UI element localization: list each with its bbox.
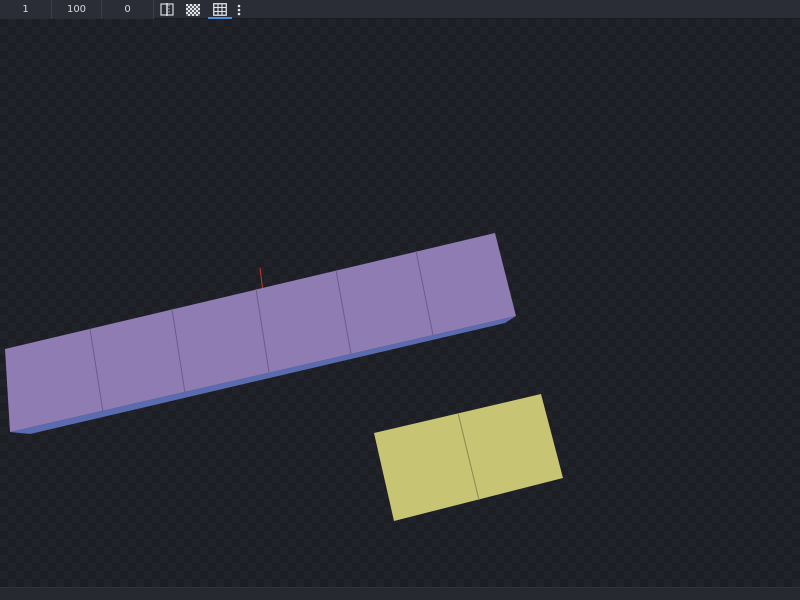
purple-block-row[interactable]: [5, 233, 516, 434]
split-view-icon: [160, 3, 174, 16]
more-vertical-icon: [237, 4, 241, 15]
app-window: 1 100 0: [0, 0, 800, 600]
viewport-toolbar: 1 100 0: [0, 0, 800, 19]
3d-viewport[interactable]: [0, 19, 800, 587]
split-view-button[interactable]: [158, 0, 176, 19]
grid-icon: [213, 3, 227, 16]
checkerboard-icon: [186, 3, 200, 16]
numeric-field-1[interactable]: 1: [0, 0, 52, 19]
numeric-field-2[interactable]: 100: [52, 0, 102, 19]
checkerboard-button[interactable]: [184, 0, 202, 19]
numeric-field-3[interactable]: 0: [102, 0, 154, 19]
scene-canvas: [5, 233, 563, 521]
yellow-block-pair[interactable]: [374, 394, 563, 521]
more-options-button[interactable]: [233, 0, 245, 19]
status-bar: [0, 587, 800, 600]
grid-toggle-button[interactable]: [208, 0, 232, 19]
purple-block-front-face: [5, 233, 516, 432]
